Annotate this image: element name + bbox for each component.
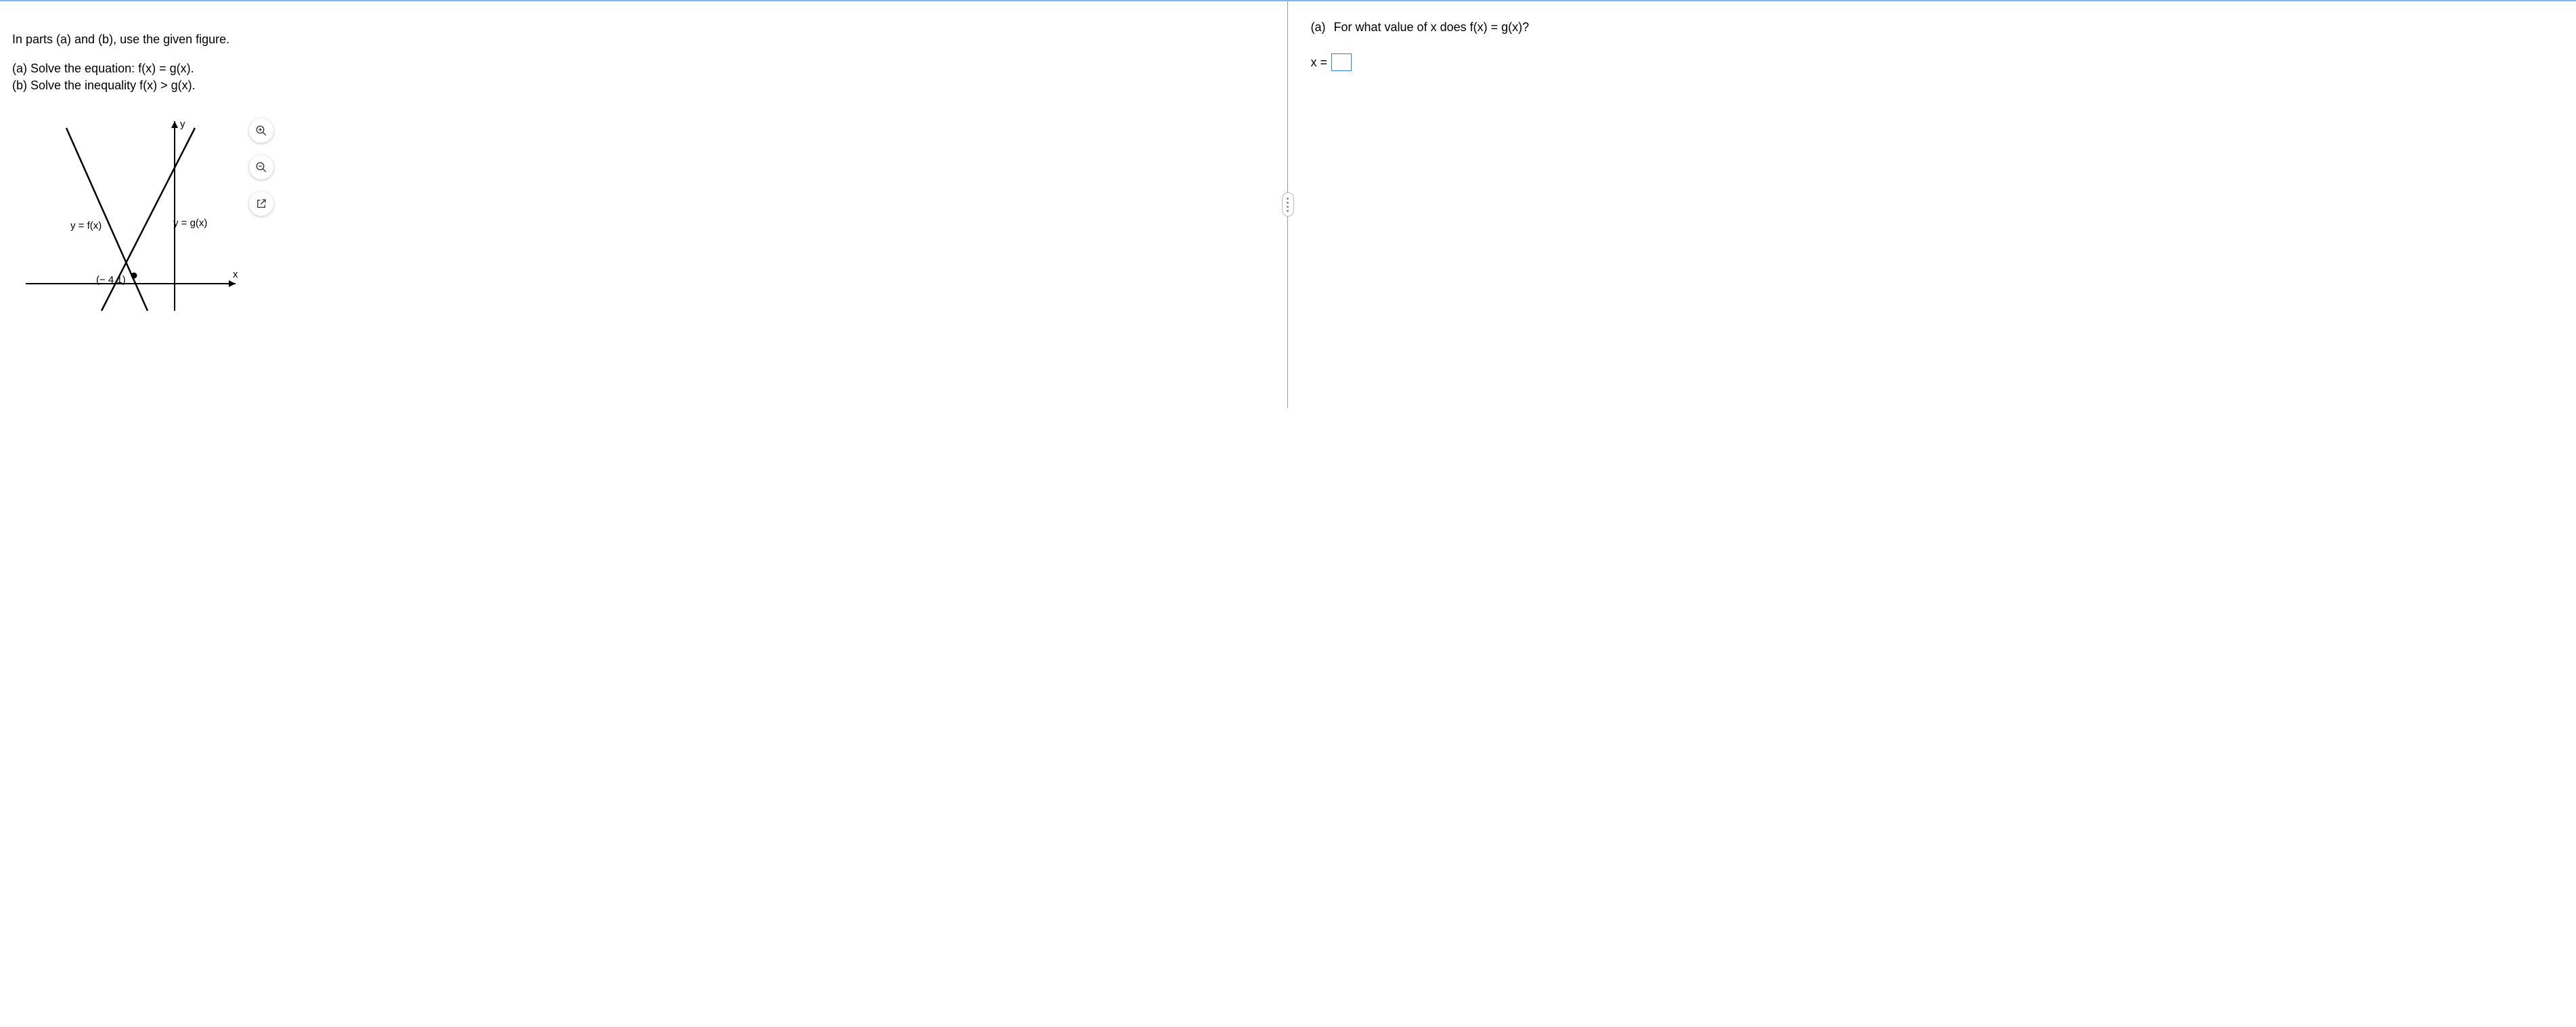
zoom-in-button[interactable] bbox=[249, 118, 273, 143]
part-b-text: (b) Solve the inequality f(x) > g(x). bbox=[12, 77, 1264, 94]
intersection-point-label: (− 4,1) bbox=[96, 274, 126, 286]
g-line-label: y = g(x) bbox=[173, 217, 207, 229]
question-panel: In parts (a) and (b), use the given figu… bbox=[0, 1, 1287, 408]
part-a-text: (a) Solve the equation: f(x) = g(x). bbox=[12, 60, 1264, 77]
zoom-out-button[interactable] bbox=[249, 155, 273, 179]
open-external-icon bbox=[255, 198, 267, 210]
figure-toolbar bbox=[249, 114, 273, 216]
zoom-out-icon bbox=[255, 161, 267, 173]
f-line-label: y = f(x) bbox=[70, 220, 102, 232]
open-external-button[interactable] bbox=[249, 192, 273, 216]
y-axis-label: y bbox=[180, 118, 185, 130]
figure-graph: y x y = f(x) y = g(x) (− 4,1) bbox=[12, 114, 242, 324]
zoom-in-icon bbox=[255, 125, 267, 137]
panel-divider bbox=[1287, 1, 1288, 408]
x-axis-label: x bbox=[233, 269, 238, 280]
divider-handle[interactable] bbox=[1282, 192, 1294, 217]
intro-text: In parts (a) and (b), use the given figu… bbox=[12, 32, 1264, 47]
answer-prefix: x = bbox=[1311, 56, 1328, 70]
part-label: (a) bbox=[1311, 20, 1326, 35]
answer-input[interactable] bbox=[1331, 53, 1352, 71]
answer-panel: (a) For what value of x does f(x) = g(x)… bbox=[1288, 1, 2576, 408]
question-text: For what value of x does f(x) = g(x)? bbox=[1334, 20, 1530, 35]
